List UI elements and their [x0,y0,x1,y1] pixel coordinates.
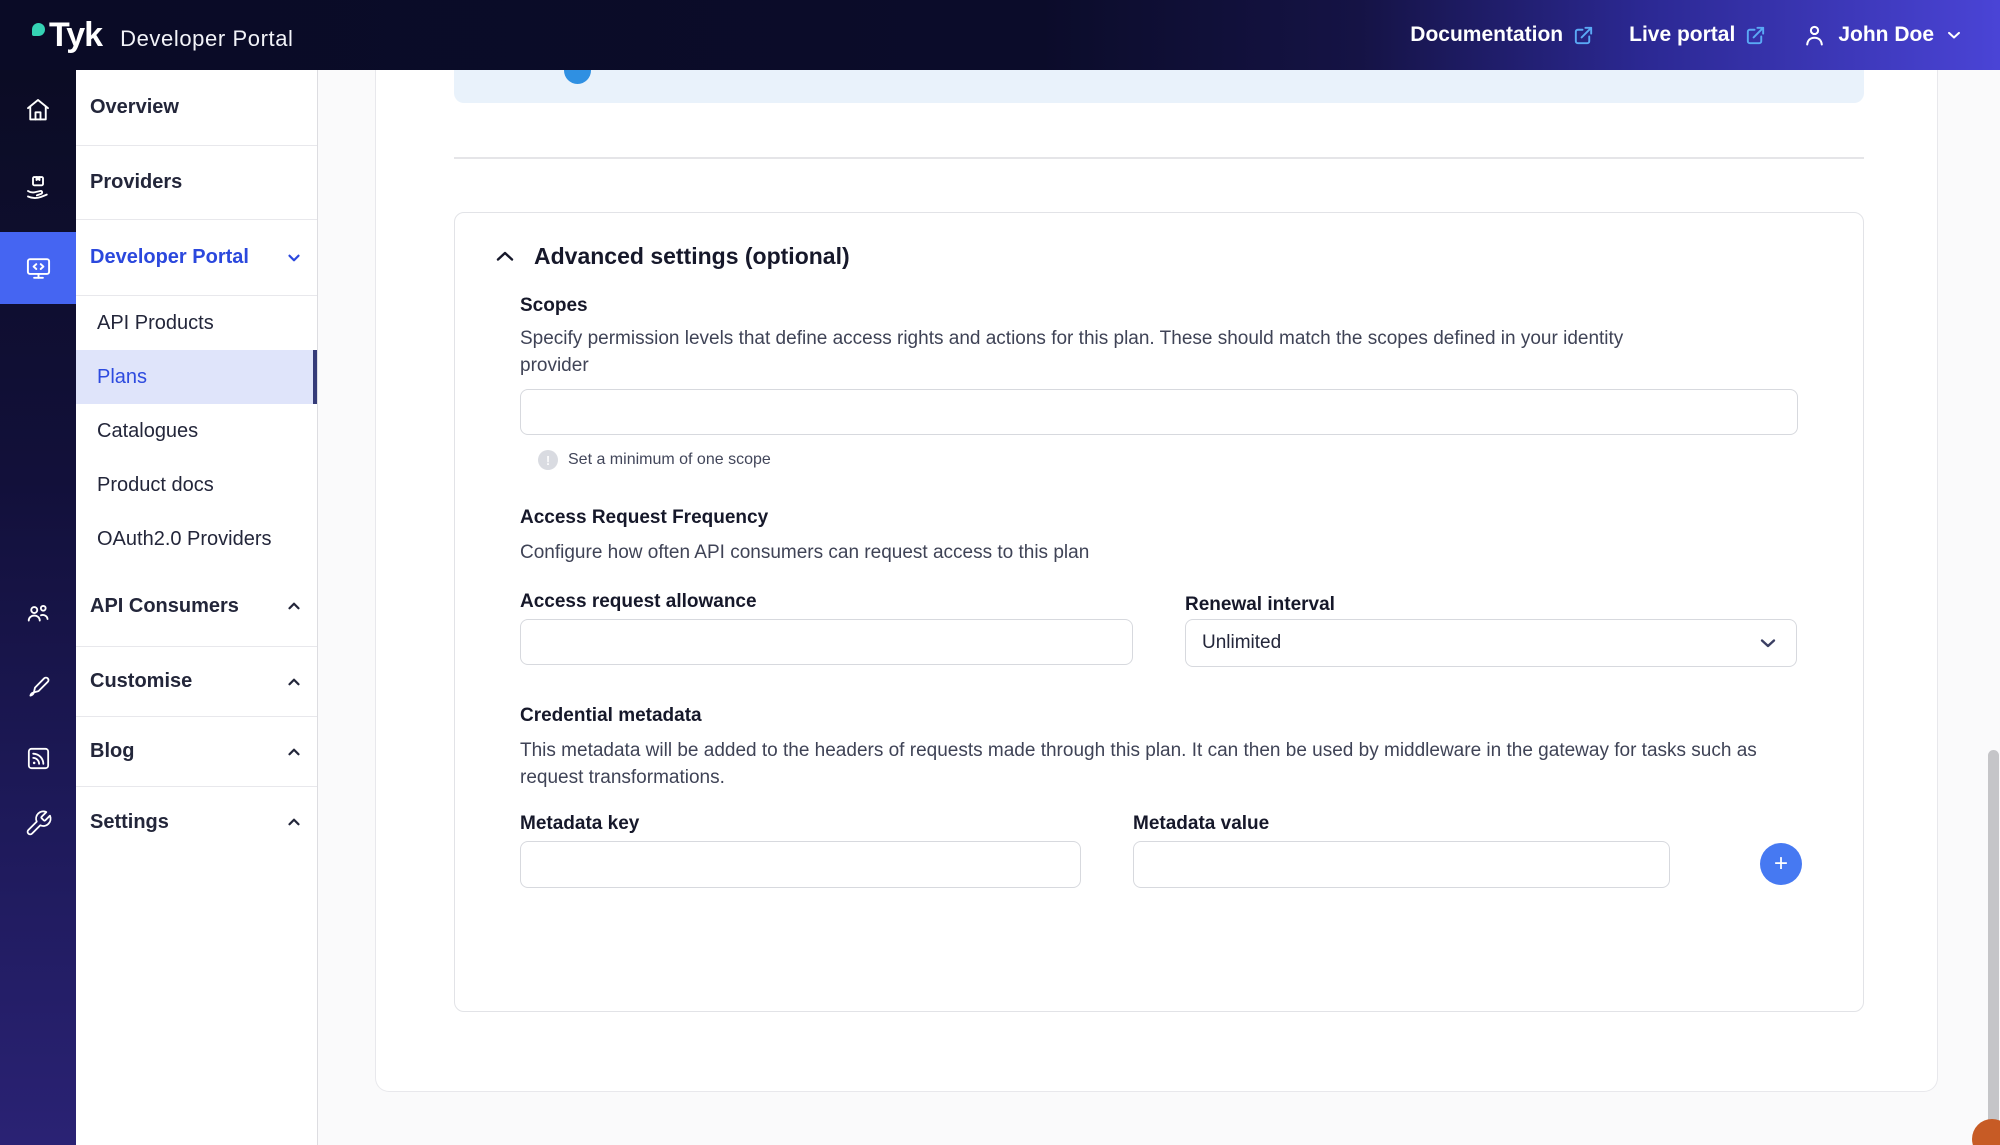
credential-metadata-label: Credential metadata [520,705,702,727]
scrollbar-thumb[interactable] [1988,750,1999,1145]
external-link-icon [1572,24,1595,47]
secondary-sidebar: Overview Providers Developer Portal API … [76,70,318,1145]
metadata-value-input[interactable] [1133,841,1670,888]
logo-text: Tyk [49,17,102,53]
rail-item-customise[interactable] [0,659,76,715]
rail-item-home[interactable] [0,82,76,138]
main-area: Advanced settings (optional) Scopes Spec… [318,70,2000,1145]
collapse-chevron-up-icon[interactable] [493,245,517,269]
sidebar-item-catalogues[interactable]: Catalogues [76,404,317,458]
renewal-interval-value: Unlimited [1202,632,1281,654]
hand-box-icon [23,173,53,203]
user-icon [1801,22,1828,49]
info-banner-clipped [454,70,1864,103]
tyk-leaf-icon [32,23,45,36]
external-link-icon [1744,24,1767,47]
icon-rail [0,70,76,1145]
access-request-allowance-label: Access request allowance [520,591,757,613]
paintbrush-icon [24,673,53,702]
scopes-description: Specify permission levels that define ac… [520,325,1640,379]
info-circle-icon: ! [538,450,558,470]
chevron-down-icon [1944,25,1964,45]
rail-item-settings[interactable] [0,795,76,851]
sidebar-item-label: Settings [90,811,169,834]
scopes-hint-text: Set a minimum of one scope [568,451,771,469]
content-panel: Advanced settings (optional) Scopes Spec… [375,70,1938,1092]
sidebar-item-api-consumers[interactable]: API Consumers [76,566,317,647]
live-portal-link[interactable]: Live portal [1629,23,1767,47]
sidebar-item-label: Developer Portal [90,246,249,269]
rail-item-api-consumers[interactable] [0,587,76,643]
chevron-down-icon [285,249,303,267]
rail-item-developer-portal[interactable] [0,232,76,304]
add-metadata-button[interactable]: + [1760,843,1802,885]
sidebar-item-blog[interactable]: Blog [76,717,317,787]
renewal-interval-select[interactable]: Unlimited [1185,619,1797,667]
sidebar-item-label: Providers [90,171,182,194]
wrench-icon [24,809,53,838]
sidebar-item-label: Catalogues [97,420,198,443]
section-divider [454,157,1864,159]
scopes-label: Scopes [520,295,588,317]
chevron-down-icon [1756,631,1780,655]
home-icon [23,95,53,125]
advanced-settings-card: Advanced settings (optional) Scopes Spec… [454,212,1864,1012]
user-name: John Doe [1838,23,1934,47]
sidebar-item-label: Plans [97,366,147,389]
metadata-value-label: Metadata value [1133,813,1269,835]
sidebar-item-plans[interactable]: Plans [76,350,317,404]
rss-blog-icon [24,744,53,773]
renewal-interval-label: Renewal interval [1185,594,1335,616]
access-request-frequency-description: Configure how often API consumers can re… [520,539,1720,566]
top-navbar: Tyk Developer Portal Documentation Live … [0,0,2000,70]
tyk-logo[interactable]: Tyk [32,17,102,53]
sidebar-item-label: Customise [90,670,192,693]
sidebar-item-customise[interactable]: Customise [76,647,317,717]
credential-metadata-description: This metadata will be added to the heade… [520,737,1775,791]
sidebar-item-label: Product docs [97,474,214,497]
user-menu[interactable]: John Doe [1801,22,1964,49]
users-icon [23,600,53,630]
sidebar-item-label: OAuth2.0 Providers [97,528,272,551]
sidebar-item-label: Overview [90,96,179,119]
sidebar-item-providers[interactable]: Providers [76,146,317,220]
metadata-key-input[interactable] [520,841,1081,888]
documentation-link[interactable]: Documentation [1410,23,1595,47]
chevron-up-icon [285,813,303,831]
card-title: Advanced settings (optional) [534,243,850,270]
chevron-up-icon [285,673,303,691]
chevron-up-icon [285,743,303,761]
sidebar-item-product-docs[interactable]: Product docs [76,458,317,512]
sidebar-item-developer-portal[interactable]: Developer Portal [76,220,317,296]
sidebar-item-label: API Consumers [90,595,239,618]
sidebar-item-overview[interactable]: Overview [76,70,317,146]
access-request-allowance-input[interactable] [520,619,1133,665]
product-name: Developer Portal [120,26,293,52]
scopes-input[interactable] [520,389,1798,435]
chevron-up-icon [285,597,303,615]
sidebar-item-label: Blog [90,740,134,763]
sidebar-item-oauth2-providers[interactable]: OAuth2.0 Providers [76,512,317,566]
scopes-hint: ! Set a minimum of one scope [538,450,771,470]
sidebar-item-settings[interactable]: Settings [76,787,317,857]
documentation-label: Documentation [1410,23,1563,47]
sidebar-item-label: API Products [97,312,214,335]
live-portal-label: Live portal [1629,23,1735,47]
monitor-code-icon [23,253,54,284]
sidebar-item-api-products[interactable]: API Products [76,296,317,350]
rail-item-blog[interactable] [0,730,76,786]
info-icon [564,70,591,84]
access-request-frequency-label: Access Request Frequency [520,507,768,529]
metadata-key-label: Metadata key [520,813,639,835]
rail-item-providers[interactable] [0,160,76,216]
